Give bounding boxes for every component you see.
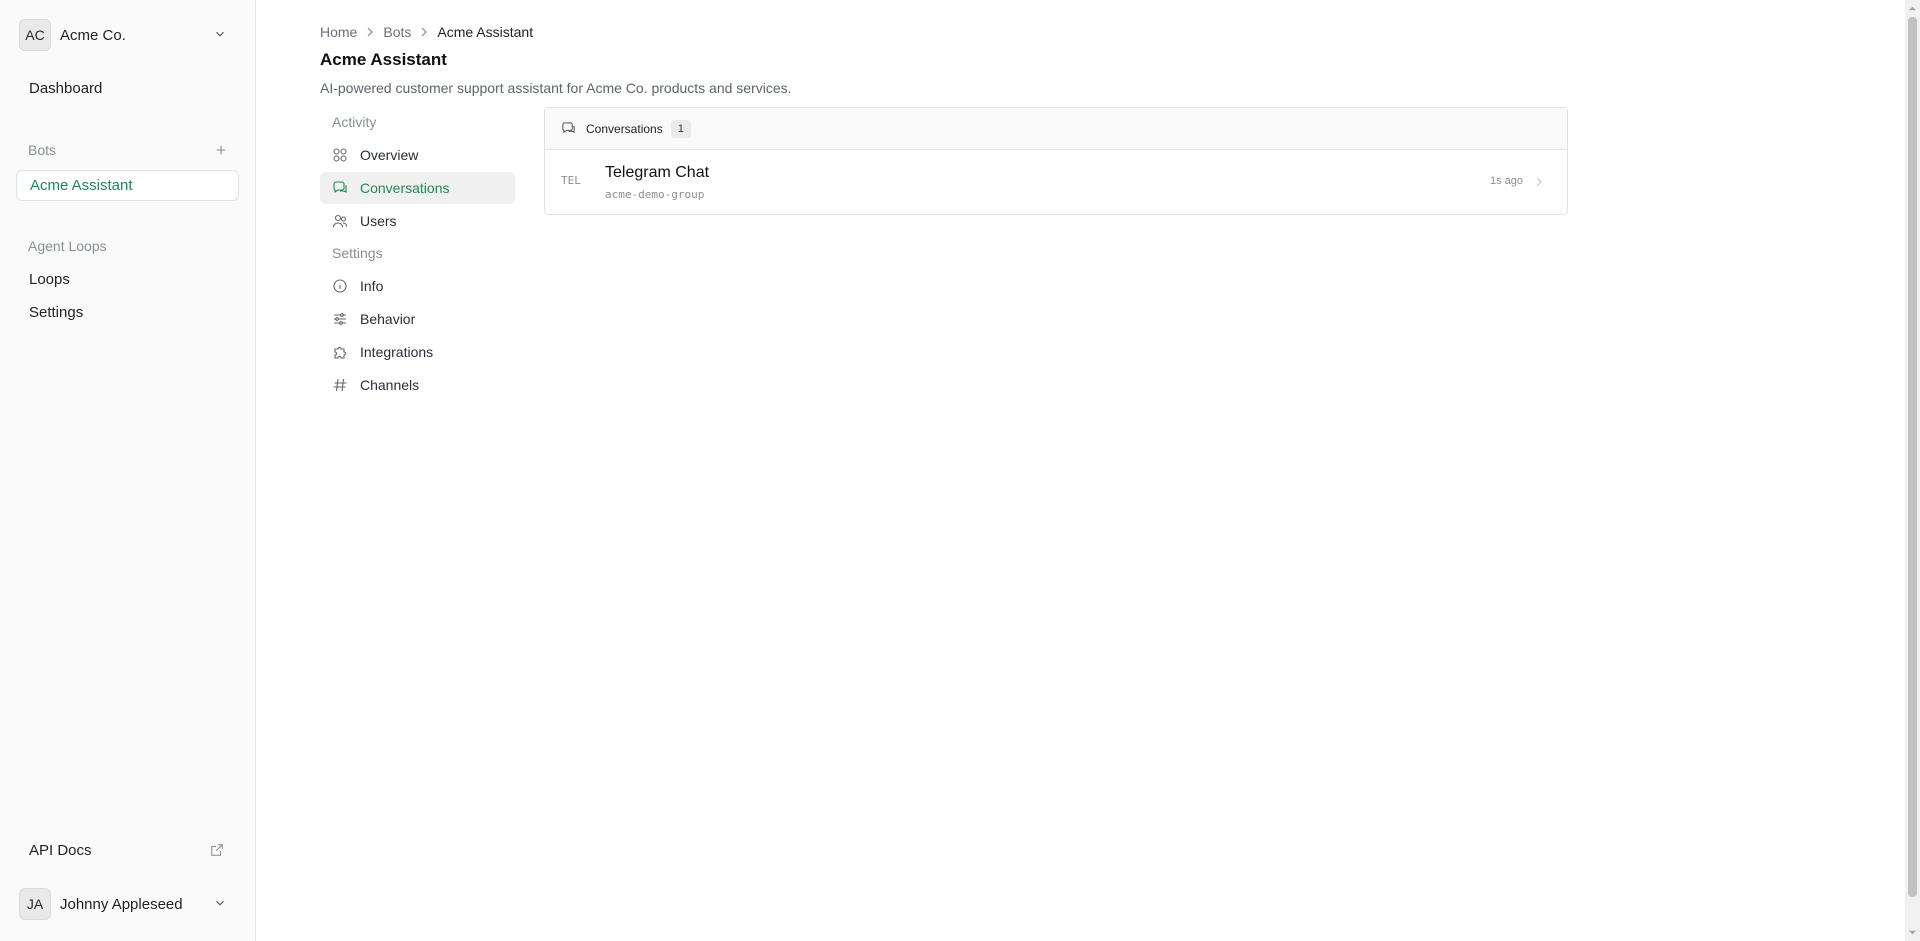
conversation-title: Telegram Chat [605, 164, 710, 181]
chat-icon [333, 181, 347, 194]
scrollbar-thumb[interactable] [1908, 17, 1917, 897]
page-title: Acme Assistant [320, 50, 447, 69]
breadcrumb-home[interactable]: Home [320, 24, 357, 40]
add-bot-plus-icon[interactable] [214, 143, 228, 157]
subnav-item-label: Integrations [360, 344, 434, 360]
user-name: Johnny Appleseed [60, 895, 183, 913]
sidebar-item-label: Loops [29, 271, 70, 288]
subnav-item-conversations[interactable]: Conversations [320, 172, 515, 204]
chevron-right-icon [367, 27, 374, 37]
subnav-item-integrations[interactable]: Integrations [320, 336, 515, 368]
chevron-down-icon [216, 900, 224, 906]
subnav-item-overview[interactable]: Overview [320, 139, 515, 171]
breadcrumb-current: Acme Assistant [437, 24, 534, 40]
org-avatar: AC [19, 19, 51, 51]
conversations-panel-header: Conversations 1 [545, 108, 1567, 150]
chevron-right-icon [421, 27, 428, 37]
page-description: AI-powered customer support assistant fo… [320, 80, 792, 96]
sidebar-item-label: Settings [29, 304, 84, 321]
user-avatar: JA [19, 888, 51, 920]
breadcrumb: Home Bots Acme Assistant [320, 24, 533, 40]
subnav-section-settings: Settings [332, 245, 383, 261]
puzzle-icon [334, 347, 346, 359]
conversation-row[interactable]: TEL Telegram Chat acme-demo-group 1s ago [545, 150, 1567, 214]
subnav-item-behavior[interactable]: Behavior [320, 303, 515, 335]
subnav-item-channels[interactable]: Channels [320, 369, 515, 401]
subnav-item-info[interactable]: Info [320, 270, 515, 302]
scroll-down-arrow-icon[interactable] [1908, 928, 1917, 937]
user-switcher[interactable]: JA Johnny Appleseed [19, 888, 229, 920]
sidebar-item-label: Dashboard [29, 80, 103, 97]
subnav-item-label: Users [360, 213, 397, 229]
subnav-item-label: Conversations [360, 180, 450, 196]
chevron-down-icon [216, 31, 224, 37]
subnav-item-label: Overview [360, 147, 419, 163]
scroll-up-arrow-icon[interactable] [1908, 4, 1917, 13]
conversations-panel: Conversations 1 TEL Telegram Chat acme-d… [544, 107, 1568, 215]
sidebar-section-agent-loops: Agent Loops [28, 238, 107, 254]
sidebar-item-label: API Docs [29, 842, 92, 859]
conversation-timestamp: 1s ago [1489, 175, 1523, 187]
sidebar-item-settings[interactable]: Settings [16, 297, 239, 328]
sidebar-item-label: Acme Assistant [30, 177, 133, 194]
sidebar: AC Acme Co. Dashboard Bots Acme Assistan… [0, 0, 256, 941]
sidebar-section-bots: Bots [28, 142, 57, 158]
sidebar-item-dashboard[interactable]: Dashboard [16, 73, 239, 104]
subnav-item-label: Channels [360, 377, 420, 393]
grid-icon [333, 148, 347, 162]
breadcrumb-bots[interactable]: Bots [383, 24, 411, 40]
org-switcher[interactable]: AC Acme Co. [19, 19, 229, 51]
subnav-section-activity: Activity [332, 114, 377, 130]
main-content: Home Bots Acme Assistant Acme Assistant … [257, 0, 1920, 941]
sliders-icon [334, 313, 346, 325]
conversation-subtitle: acme-demo-group [605, 188, 705, 201]
external-link-icon [211, 844, 223, 856]
info-icon [333, 279, 347, 293]
org-name: Acme Co. [60, 26, 126, 44]
page-scrollbar[interactable] [1905, 0, 1920, 941]
subnav-item-label: Info [360, 278, 384, 294]
panel-title: Conversations [586, 121, 663, 136]
subnav-item-users[interactable]: Users [320, 205, 515, 237]
chat-icon [562, 122, 575, 134]
hash-icon [333, 378, 347, 392]
sidebar-item-api-docs[interactable]: API Docs [16, 835, 239, 866]
subnav-item-label: Behavior [360, 311, 416, 327]
users-icon [332, 214, 348, 228]
channel-code: TEL [561, 174, 581, 187]
sidebar-item-acme-assistant[interactable]: Acme Assistant [16, 170, 239, 201]
chevron-right-icon [1536, 177, 1542, 187]
count-badge: 1 [670, 119, 691, 138]
sidebar-item-loops[interactable]: Loops [16, 264, 239, 295]
